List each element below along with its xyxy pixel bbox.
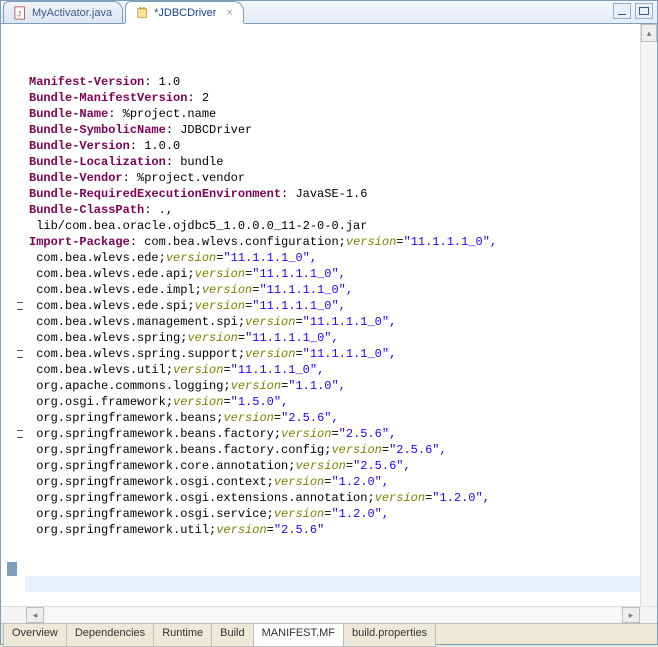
horizontal-scrollbar[interactable]: ◂ ▸ xyxy=(1,606,657,623)
fold-mark-icon[interactable] xyxy=(17,302,23,310)
window-controls xyxy=(613,3,653,19)
scroll-track[interactable] xyxy=(46,608,620,622)
editor-bottom-tabs: OverviewDependenciesRuntimeBuildMANIFEST… xyxy=(1,623,657,644)
editor-body: Manifest-Version: 1.0Bundle-ManifestVers… xyxy=(1,24,657,606)
editor-gutter[interactable] xyxy=(1,24,25,606)
code-line: org.apache.commons.logging;version="1.1.… xyxy=(27,378,640,394)
cursor-indicator-icon xyxy=(7,562,17,576)
editor-window: J MyActivator.java *JDBCDriver × Manifes… xyxy=(0,0,658,645)
code-line: Bundle-ManifestVersion: 2 xyxy=(27,90,640,106)
code-line: com.bea.wlevs.ede.api;version="11.1.1.1_… xyxy=(27,266,640,282)
code-line xyxy=(27,570,640,586)
java-file-icon: J xyxy=(14,6,28,20)
code-line: org.springframework.core.annotation;vers… xyxy=(27,458,640,474)
scroll-left-button[interactable]: ◂ xyxy=(26,607,44,623)
code-line xyxy=(27,586,640,602)
tab-myactivator[interactable]: J MyActivator.java xyxy=(3,1,123,23)
editor-content[interactable]: Manifest-Version: 1.0Bundle-ManifestVers… xyxy=(25,24,640,606)
code-line: com.bea.wlevs.util;version="11.1.1.1_0", xyxy=(27,362,640,378)
scroll-right-button[interactable]: ▸ xyxy=(622,607,640,623)
code-line: org.springframework.beans;version="2.5.6… xyxy=(27,410,640,426)
close-icon[interactable]: × xyxy=(226,7,232,19)
code-line: Bundle-ClassPath: ., xyxy=(27,202,640,218)
code-line: Bundle-Vendor: %project.vendor xyxy=(27,170,640,186)
code-line: com.bea.wlevs.ede.spi;version="11.1.1.1_… xyxy=(27,298,640,314)
code-line: Bundle-Version: 1.0.0 xyxy=(27,138,640,154)
plugin-file-icon xyxy=(136,6,150,20)
code-line xyxy=(27,554,640,570)
svg-text:J: J xyxy=(17,10,22,19)
tab-label: *JDBCDriver xyxy=(154,7,216,19)
code-line: org.springframework.osgi.context;version… xyxy=(27,474,640,490)
code-line: com.bea.wlevs.ede.impl;version="11.1.1.1… xyxy=(27,282,640,298)
code-line: Manifest-Version: 1.0 xyxy=(27,74,640,90)
code-line: Bundle-Localization: bundle xyxy=(27,154,640,170)
bottom-tab-dependencies[interactable]: Dependencies xyxy=(66,624,154,647)
code-line xyxy=(27,538,640,554)
tab-label: MyActivator.java xyxy=(32,7,112,19)
fold-mark-icon[interactable] xyxy=(17,350,23,358)
bottom-tab-overview[interactable]: Overview xyxy=(3,624,67,647)
bottom-tab-runtime[interactable]: Runtime xyxy=(153,624,212,647)
bottom-tab-build-properties[interactable]: build.properties xyxy=(343,624,436,647)
code-line: Bundle-RequiredExecutionEnvironment: Jav… xyxy=(27,186,640,202)
code-line xyxy=(27,602,640,606)
code-line: com.bea.wlevs.management.spi;version="11… xyxy=(27,314,640,330)
editor-top-tabs: J MyActivator.java *JDBCDriver × xyxy=(1,1,657,24)
code-line: Bundle-Name: %project.name xyxy=(27,106,640,122)
fold-mark-icon[interactable] xyxy=(17,430,23,438)
code-line: org.springframework.osgi.extensions.anno… xyxy=(27,490,640,506)
tab-jdbcdriver[interactable]: *JDBCDriver × xyxy=(125,1,244,23)
bottom-tab-build[interactable]: Build xyxy=(211,624,253,647)
code-line: org.springframework.beans.factory.config… xyxy=(27,442,640,458)
code-line: com.bea.wlevs.spring.support;version="11… xyxy=(27,346,640,362)
code-line: com.bea.wlevs.spring;version="11.1.1.1_0… xyxy=(27,330,640,346)
code-line: org.springframework.util;version="2.5.6" xyxy=(27,522,640,538)
scroll-up-button[interactable]: ▴ xyxy=(641,24,657,42)
code-line: org.osgi.framework;version="1.5.0", xyxy=(27,394,640,410)
code-line: com.bea.wlevs.ede;version="11.1.1.1_0", xyxy=(27,250,640,266)
code-line: lib/com.bea.oracle.ojdbc5_1.0.0.0_11-2-0… xyxy=(27,218,640,234)
overview-ruler[interactable]: ▴ xyxy=(640,24,657,606)
code-line: Import-Package: com.bea.wlevs.configurat… xyxy=(27,234,640,250)
maximize-button[interactable] xyxy=(635,3,653,19)
code-line: org.springframework.osgi.service;version… xyxy=(27,506,640,522)
bottom-tab-manifest-mf[interactable]: MANIFEST.MF xyxy=(253,624,344,647)
minimize-button[interactable] xyxy=(613,3,631,19)
code-line: Bundle-SymbolicName: JDBCDriver xyxy=(27,122,640,138)
code-line: org.springframework.beans.factory;versio… xyxy=(27,426,640,442)
